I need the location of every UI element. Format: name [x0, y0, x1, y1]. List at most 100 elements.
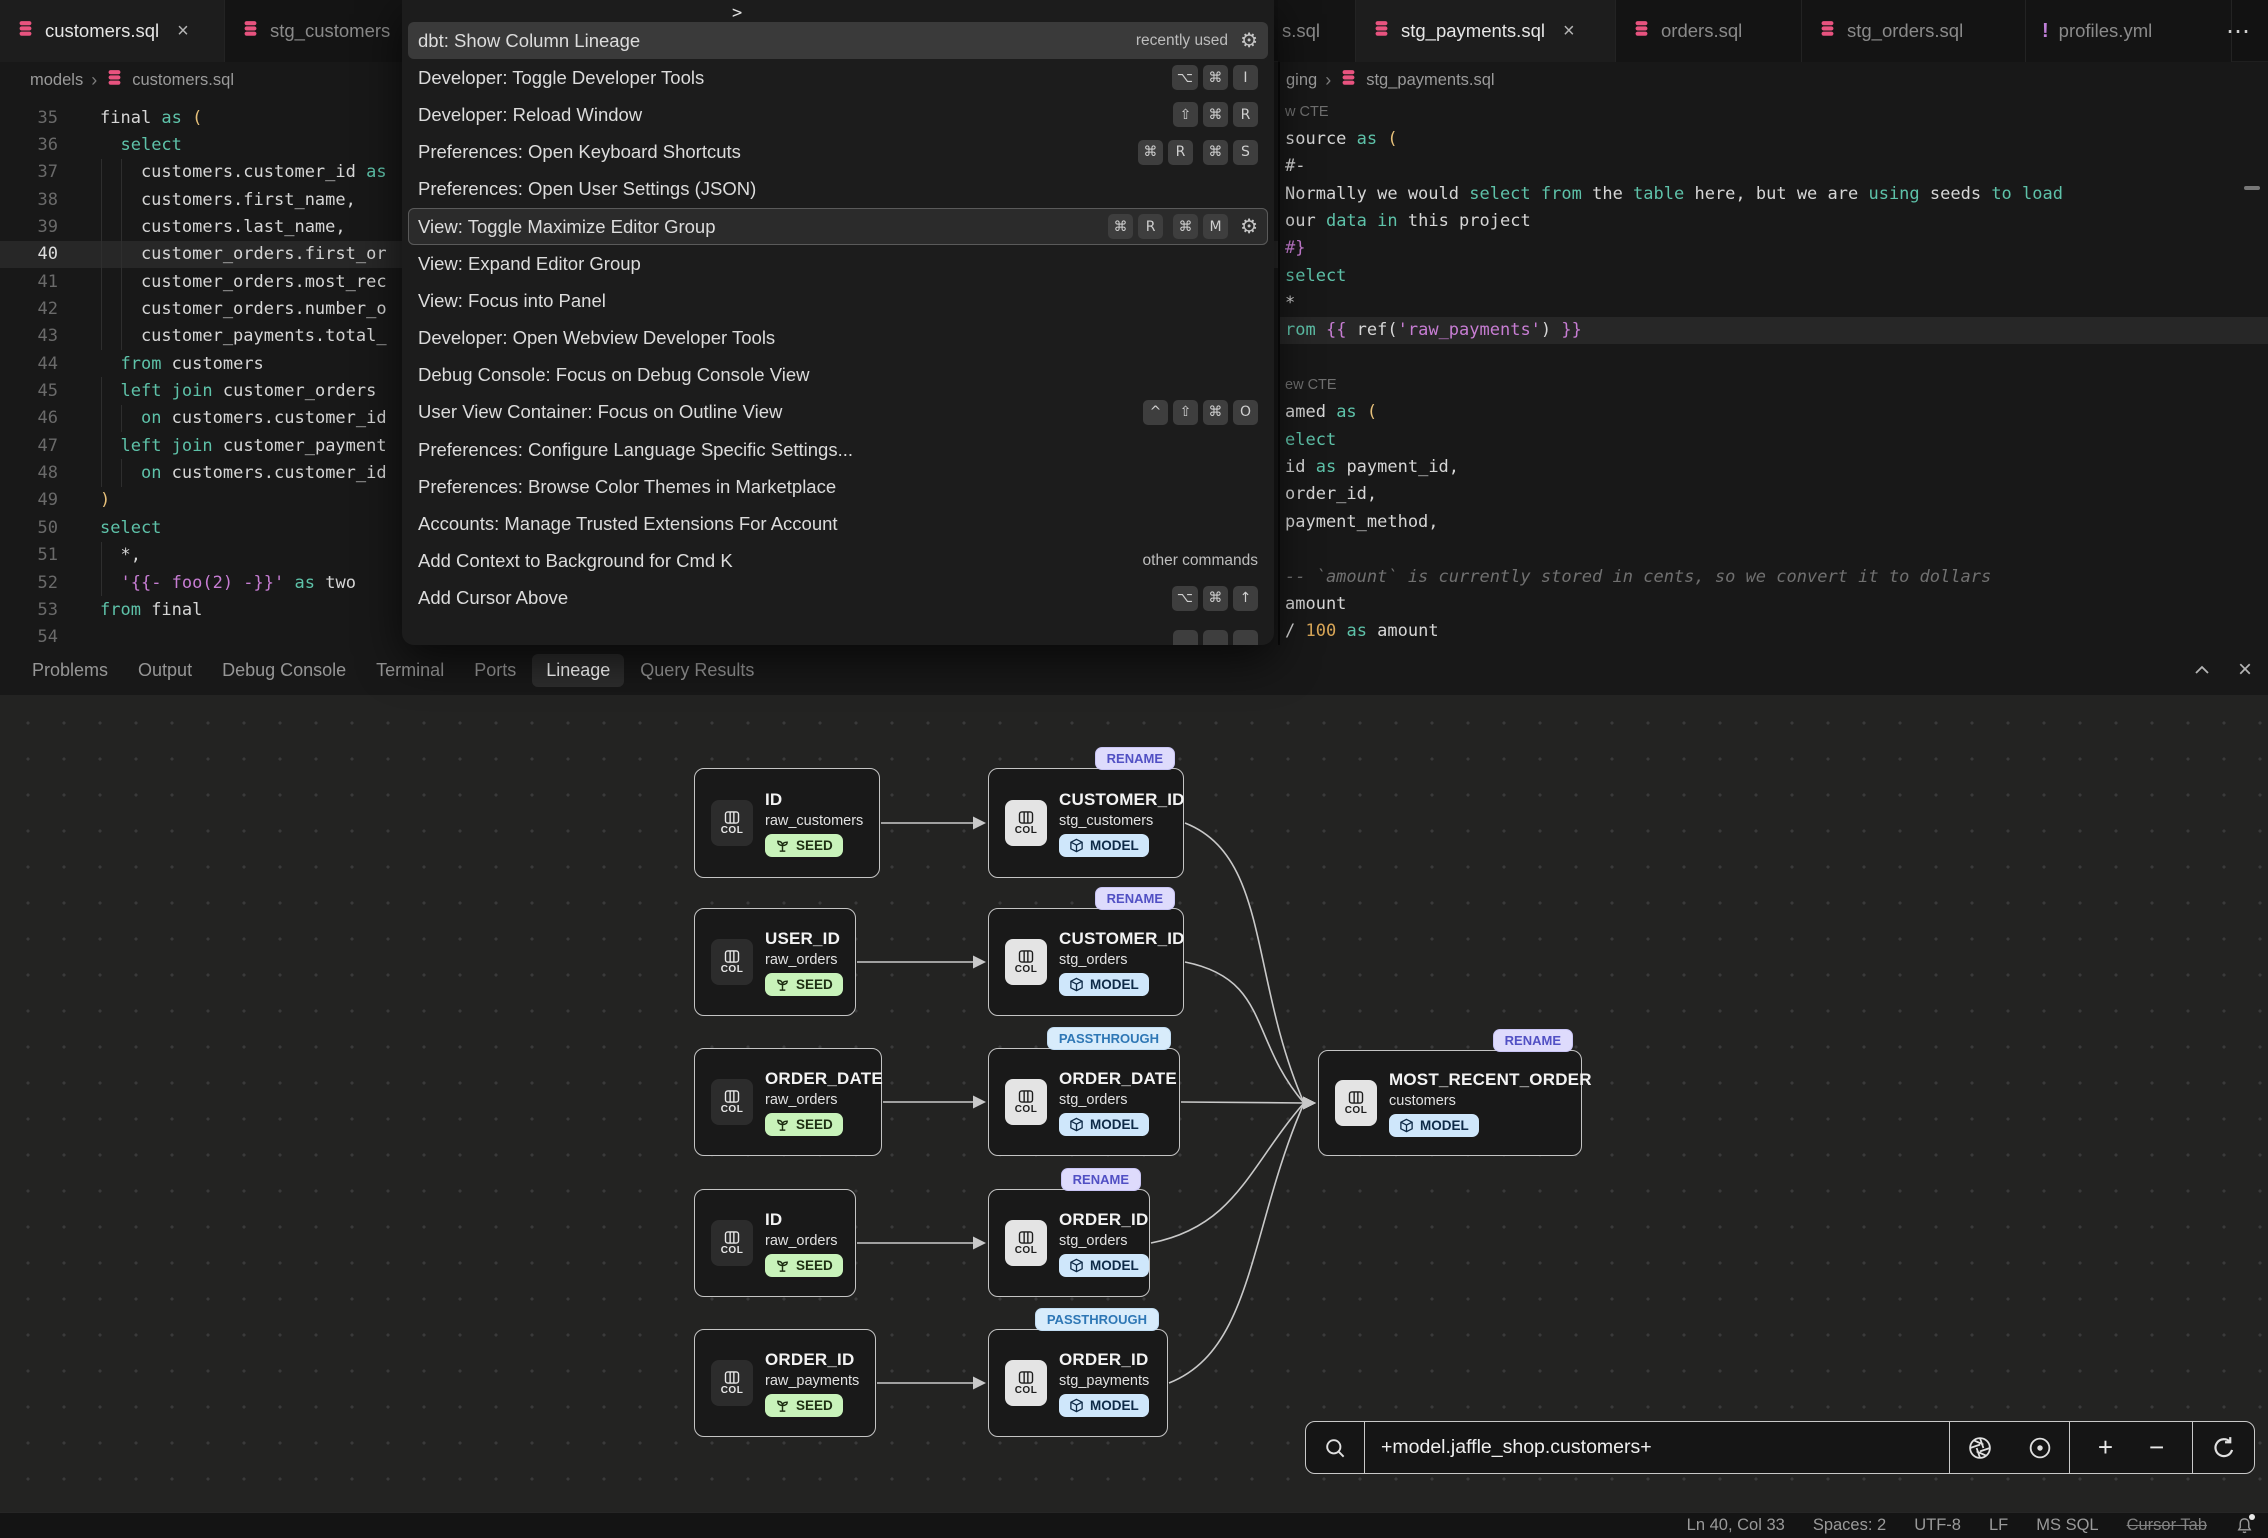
line-text: our data in this project	[1285, 211, 1531, 231]
line-number: 45	[0, 381, 58, 401]
lineage-node-customers-most_recent_order[interactable]: RENAMECOLMOST_RECENT_ORDERcustomersMODEL	[1318, 1050, 1582, 1156]
command-item[interactable]: User View Container: Focus on Outline Vi…	[402, 394, 1274, 431]
lineage-node-raw_orders-id[interactable]: COLIDraw_ordersSEED	[694, 1189, 856, 1297]
panel-tab-terminal[interactable]: Terminal	[376, 654, 444, 687]
chevron-up-icon[interactable]	[2192, 660, 2212, 680]
status-item-ln-40-col-33[interactable]: Ln 40, Col 33	[1687, 1516, 1785, 1535]
code-line[interactable]: source as (	[1280, 125, 2268, 152]
close-icon[interactable]: ×	[177, 20, 189, 43]
bell-icon[interactable]	[2235, 1516, 2254, 1535]
status-item-spaces-2[interactable]: Spaces: 2	[1813, 1516, 1886, 1535]
code-line[interactable]: rom {{ ref('raw_payments') }}	[1280, 317, 2268, 344]
code-line[interactable]: elect	[1280, 426, 2268, 453]
code-line[interactable]: / 100 as amount	[1280, 618, 2268, 645]
breadcrumb[interactable]: ging › stg_payments.sql	[1286, 68, 1495, 92]
panel-tabs: Problems Output Debug Console Terminal Ports…	[32, 654, 754, 687]
code-line[interactable]: amount	[1280, 590, 2268, 617]
code-line[interactable]: payment_method,	[1280, 508, 2268, 535]
more-actions-icon[interactable]: ⋯	[2216, 0, 2260, 62]
breadcrumb-file[interactable]: stg_payments.sql	[1366, 71, 1494, 90]
command-item[interactable]: Developer: Toggle Developer Tools⌥⌘I	[402, 59, 1274, 96]
gear-icon[interactable]: ⚙	[1240, 31, 1258, 51]
breadcrumb[interactable]: models › customers.sql	[30, 68, 234, 92]
command-item[interactable]: Developer: Reload Window⇧⌘R	[402, 96, 1274, 133]
command-item[interactable]: Preferences: Configure Language Specific…	[402, 431, 1274, 468]
gear-icon[interactable]: ⚙	[1240, 217, 1258, 237]
code-line[interactable]: order_id,	[1280, 481, 2268, 508]
command-palette-input[interactable]: >	[402, 0, 1274, 22]
command-label: Preferences: Open User Settings (JSON)	[418, 178, 756, 200]
lineage-node-stg_orders-order_date[interactable]: PASSTHROUGHCOLORDER_DATEstg_ordersMODEL	[988, 1048, 1180, 1156]
panel-tab-output[interactable]: Output	[138, 654, 192, 687]
command-item[interactable]: Accounts: Manage Trusted Extensions For …	[402, 505, 1274, 542]
lineage-node-raw_orders-user_id[interactable]: COLUSER_IDraw_ordersSEED	[694, 908, 856, 1016]
status-item-utf-8[interactable]: UTF-8	[1914, 1516, 1961, 1535]
zoom-in-icon[interactable]: +	[2098, 1432, 2113, 1463]
command-item[interactable]: Add Context to Background for Cmd Kother…	[402, 543, 1274, 580]
code-area-right[interactable]: w CTEsource as (#-Normally we would sele…	[1280, 98, 2268, 645]
command-item[interactable]: View: Expand Editor Group	[402, 245, 1274, 282]
search-icon[interactable]	[1306, 1422, 1364, 1473]
lineage-node-raw_payments-order_id[interactable]: COLORDER_IDraw_paymentsSEED	[694, 1329, 876, 1437]
refresh-icon[interactable]	[2192, 1422, 2254, 1473]
code-line[interactable]: #}	[1280, 235, 2268, 262]
command-item-right: other commands	[1143, 552, 1258, 570]
code-line[interactable]: select	[1280, 262, 2268, 289]
scrollbar-marker[interactable]	[2244, 186, 2260, 190]
status-item-cursor-tab[interactable]: Cursor Tab	[2127, 1516, 2207, 1535]
code-line[interactable]: *	[1280, 289, 2268, 316]
close-icon[interactable]: ×	[1563, 20, 1575, 43]
line-text: customers.first_name,	[100, 190, 356, 210]
close-icon[interactable]: ×	[2238, 656, 2252, 684]
code-line[interactable]: our data in this project	[1280, 207, 2268, 234]
editor-right[interactable]: ging › stg_payments.sql w CTEsource as (…	[1278, 62, 2268, 645]
code-line[interactable]: id as payment_id,	[1280, 453, 2268, 480]
status-item-lf[interactable]: LF	[1989, 1516, 2008, 1535]
lineage-node-stg_customers-customer_id[interactable]: RENAMECOLCUSTOMER_IDstg_customersMODEL	[988, 768, 1184, 878]
aperture-icon[interactable]	[1967, 1435, 1993, 1461]
code-line[interactable]: Normally we would select from the table …	[1280, 180, 2268, 207]
lineage-node-raw_customers-id[interactable]: COLIDraw_customersSEED	[694, 768, 880, 878]
command-item[interactable]: dbt: Show Column Lineagerecently used⚙	[408, 22, 1268, 59]
status-item-ms-sql[interactable]: MS SQL	[2036, 1516, 2098, 1535]
command-item[interactable]: View: Toggle Maximize Editor Group⌘R⌘M⚙	[408, 208, 1268, 245]
tab-customers-sql[interactable]: customers.sql×	[0, 0, 225, 62]
command-item[interactable]: View: Focus into Panel	[402, 282, 1274, 319]
command-item[interactable]: Preferences: Browse Color Themes in Mark…	[402, 468, 1274, 505]
code-line[interactable]: #-	[1280, 153, 2268, 180]
panel-tab-lineage[interactable]: Lineage	[532, 654, 624, 687]
lineage-node-stg_orders-customer_id[interactable]: RENAMECOLCUSTOMER_IDstg_ordersMODEL	[988, 908, 1184, 1016]
command-item[interactable]: Preferences: Open Keyboard Shortcuts⌘R⌘S	[402, 134, 1274, 171]
lineage-node-stg_orders-order_id[interactable]: RENAMECOLORDER_IDstg_ordersMODEL	[988, 1189, 1150, 1297]
command-item[interactable]: Developer: Open Webview Developer Tools	[402, 320, 1274, 357]
keycap: ⌘	[1203, 102, 1228, 127]
code-line[interactable]: amed as (	[1280, 399, 2268, 426]
model-badge: MODEL	[1389, 1114, 1479, 1137]
command-item[interactable]: Debug Console: Focus on Debug Console Vi…	[402, 357, 1274, 394]
tab-stg-orders-sql[interactable]: stg_orders.sql	[1802, 0, 2026, 62]
code-line[interactable]: -- `amount` is currently stored in cents…	[1280, 563, 2268, 590]
lineage-node-raw_orders-order_date[interactable]: COLORDER_DATEraw_ordersSEED	[694, 1048, 882, 1156]
command-palette-clipped-row	[402, 630, 1274, 645]
breadcrumb-root[interactable]: ging	[1286, 71, 1317, 90]
code-line[interactable]	[1280, 344, 2268, 371]
tab-stg-payments-sql[interactable]: stg_payments.sql×	[1356, 0, 1616, 62]
breadcrumb-root[interactable]: models	[30, 71, 83, 90]
lineage-node-stg_payments-order_id[interactable]: PASSTHROUGHCOLORDER_IDstg_paymentsMODEL	[988, 1329, 1168, 1437]
code-line[interactable]	[1280, 536, 2268, 563]
panel-tab-problems[interactable]: Problems	[32, 654, 108, 687]
lineage-canvas[interactable]: + − COLIDraw_customersSEED COLUSER_IDraw_…	[0, 695, 2268, 1512]
tab-orders-sql[interactable]: orders.sql	[1616, 0, 1802, 62]
target-icon[interactable]	[2027, 1435, 2053, 1461]
tab-s-sql[interactable]: s.sql	[1278, 0, 1356, 62]
panel-tab-ports[interactable]: Ports	[474, 654, 516, 687]
breadcrumb-file[interactable]: customers.sql	[132, 71, 234, 90]
panel-tab-query-results[interactable]: Query Results	[640, 654, 754, 687]
command-item[interactable]: Add Cursor Above⌥⌘↑	[402, 580, 1274, 617]
zoom-out-icon[interactable]: −	[2149, 1432, 2164, 1463]
command-item[interactable]: Preferences: Open User Settings (JSON)	[402, 171, 1274, 208]
tab-profiles-yml[interactable]: !profiles.yml	[2026, 0, 2232, 62]
panel-tab-debug-console[interactable]: Debug Console	[222, 654, 346, 687]
command-item-right: ⌘R⌘S	[1128, 140, 1258, 165]
lineage-search-input[interactable]	[1365, 1436, 1949, 1459]
